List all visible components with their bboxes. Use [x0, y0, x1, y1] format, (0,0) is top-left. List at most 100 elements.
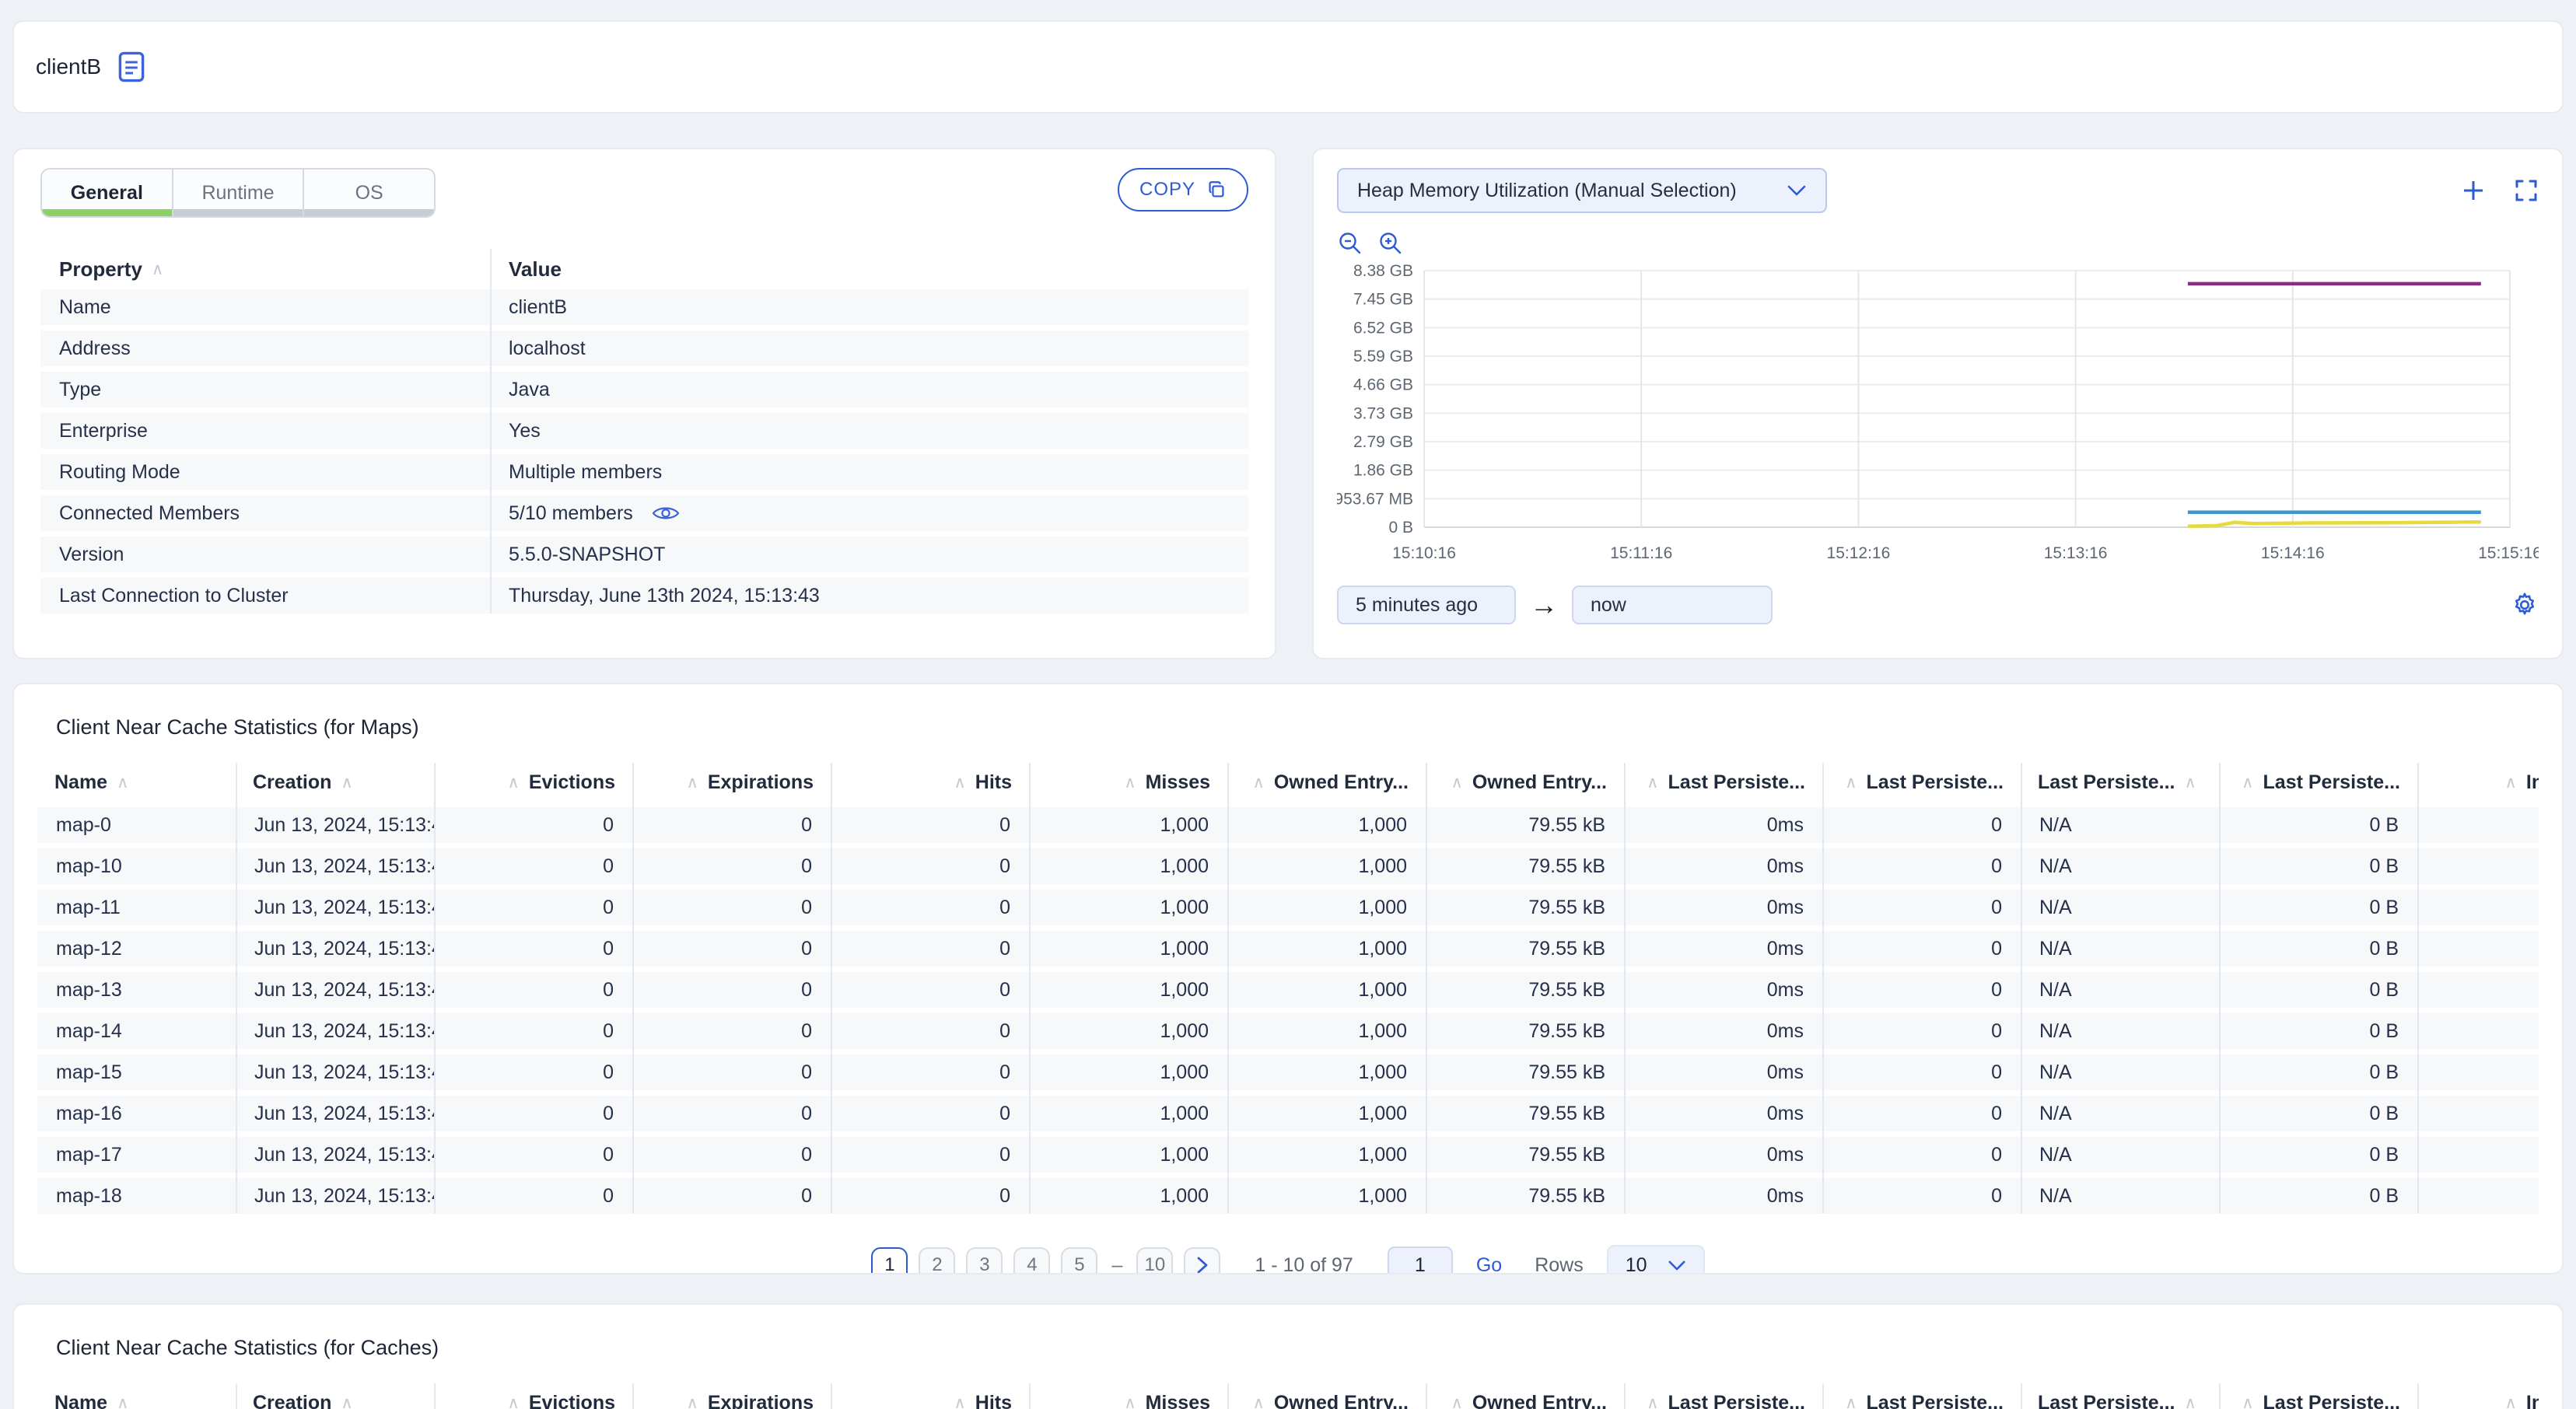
page-button-1[interactable]: 1 — [871, 1246, 908, 1273]
column-header-creation-1[interactable]: Creation ∧ — [236, 1392, 434, 1409]
zoom-in-icon[interactable] — [1377, 230, 1404, 257]
column-header-misses-5[interactable]: ∧ Misses — [1029, 1392, 1227, 1409]
column-header-misses-5[interactable]: ∧ Misses — [1029, 771, 1227, 794]
property-value: Multiple members — [490, 454, 1248, 490]
property-value: Thursday, June 13th 2024, 15:13:43 — [490, 578, 1248, 614]
table-row[interactable]: map-11 Jun 13, 2024, 15:13:44 0 0 0 1,000 1,00… — [37, 890, 2539, 925]
table-cell: N/A — [2039, 1144, 2072, 1166]
table-row[interactable]: map-13 Jun 13, 2024, 15:13:45 0 0 0 1,000 1,00… — [37, 972, 2539, 1008]
column-header-evictions-2[interactable]: ∧ Evictions — [434, 771, 632, 794]
eye-icon[interactable] — [652, 503, 680, 523]
column-header-property[interactable]: Property ∧ — [40, 257, 490, 281]
column-divider — [2021, 1383, 2022, 1409]
page-button-3[interactable]: 3 — [966, 1246, 1003, 1273]
property-value-text: Thursday, June 13th 2024, 15:13:43 — [509, 585, 820, 607]
copy-button[interactable]: COPY — [1117, 168, 1248, 212]
table-row[interactable]: map-18 Jun 13, 2024, 15:13:45 0 0 0 1,000 1,00… — [37, 1178, 2539, 1214]
property-name: Address — [59, 337, 131, 359]
table-cell: 0 — [1991, 1061, 2002, 1083]
column-header-invalida-12[interactable]: ∧ Invalida — [2417, 1392, 2539, 1409]
column-divider — [2417, 1383, 2419, 1409]
sort-caret-icon: ∧ — [1451, 773, 1463, 792]
column-header-hits-4[interactable]: ∧ Hits — [831, 771, 1029, 794]
time-from-input[interactable]: 5 minutes ago — [1337, 586, 1516, 624]
column-header-creation-1[interactable]: Creation ∧ — [236, 771, 434, 794]
column-header-last-persiste-10[interactable]: Last Persiste... ∧ — [2021, 771, 2219, 794]
column-header-owned-entry-7[interactable]: ∧ Owned Entry... — [1426, 771, 1624, 794]
table-cell: 0 — [603, 855, 614, 877]
column-divider — [236, 1383, 237, 1409]
tab-general[interactable]: General — [42, 170, 172, 216]
column-header-last-persiste-11[interactable]: ∧ Last Persiste... — [2219, 1392, 2417, 1409]
settings-gear-icon[interactable] — [2511, 591, 2539, 619]
column-header-value: Value — [509, 257, 562, 281]
page-button-4[interactable]: 4 — [1013, 1246, 1051, 1273]
svg-text:4.66 GB: 4.66 GB — [1353, 376, 1413, 394]
goto-page-input[interactable] — [1387, 1246, 1453, 1273]
sort-caret-icon: ∧ — [2242, 1393, 2254, 1409]
table-row[interactable]: map-14 Jun 13, 2024, 15:13:45 0 0 0 1,000 1,00… — [37, 1013, 2539, 1049]
sort-caret-icon: ∧ — [1124, 1393, 1136, 1409]
tab-runtime[interactable]: Runtime — [171, 170, 303, 216]
column-header-name-0[interactable]: Name ∧ — [37, 771, 236, 794]
column-header-label: Owned Entry... — [1472, 771, 1607, 793]
column-header-label: Misses — [1145, 1391, 1210, 1409]
heap-memory-chart[interactable]: 8.38 GB 7.45 GB 6.52 GB 5.59 GB 4.66 GB 3.73 … — [1334, 260, 2541, 569]
column-header-evictions-2[interactable]: ∧ Evictions — [434, 1392, 632, 1409]
tab-label: OS — [355, 181, 383, 204]
page-button-5[interactable]: 5 — [1061, 1246, 1098, 1273]
rows-per-page-select[interactable]: 10 — [1606, 1245, 1705, 1273]
svg-text:15:10:16: 15:10:16 — [1392, 544, 1456, 562]
column-header-hits-4[interactable]: ∧ Hits — [831, 1392, 1029, 1409]
table-row[interactable]: map-10 Jun 13, 2024, 15:13:44 0 0 0 1,000 1,00… — [37, 848, 2539, 884]
page-button-2[interactable]: 2 — [919, 1246, 956, 1273]
time-to-input[interactable]: now — [1572, 586, 1773, 624]
add-chart-icon[interactable] — [2461, 178, 2486, 203]
property-name: Last Connection to Cluster — [59, 585, 289, 607]
column-header-last-persiste-10[interactable]: Last Persiste... ∧ — [2021, 1392, 2219, 1409]
document-icon[interactable] — [118, 51, 145, 82]
tab-label: Runtime — [201, 181, 275, 204]
table-cell: 1,000 — [1358, 855, 1407, 877]
table-cell: 1,000 — [1160, 1144, 1209, 1166]
table-cell: 0 — [603, 1185, 614, 1207]
table-cell: 0ms — [1766, 938, 1804, 960]
column-header-owned-entry-6[interactable]: ∧ Owned Entry... — [1227, 1392, 1426, 1409]
column-header-last-persiste-11[interactable]: ∧ Last Persiste... — [2219, 771, 2417, 794]
table-cell: 0 — [1991, 814, 2002, 836]
table-row[interactable]: map-12 Jun 13, 2024, 15:13:45 0 0 0 1,000 1,00… — [37, 931, 2539, 967]
table-cell: 0 B — [2369, 979, 2399, 1001]
table-cell: 0 — [801, 979, 812, 1001]
column-header-last-persiste-9[interactable]: ∧ Last Persiste... — [1822, 771, 2021, 794]
column-header-owned-entry-6[interactable]: ∧ Owned Entry... — [1227, 771, 1426, 794]
svg-text:5.59 GB: 5.59 GB — [1353, 348, 1413, 365]
column-header-expirations-3[interactable]: ∧ Expirations — [632, 1392, 831, 1409]
column-header-last-persiste-8[interactable]: ∧ Last Persiste... — [1624, 1392, 1822, 1409]
tab-os[interactable]: OS — [303, 170, 434, 216]
column-header-last-persiste-9[interactable]: ∧ Last Persiste... — [1822, 1392, 2021, 1409]
column-header-last-persiste-8[interactable]: ∧ Last Persiste... — [1624, 771, 1822, 794]
column-divider — [490, 249, 492, 614]
table-row[interactable]: map-16 Jun 13, 2024, 15:13:45 0 0 0 1,000 1,00… — [37, 1096, 2539, 1131]
zoom-out-icon[interactable] — [1337, 230, 1363, 257]
property-name: Version — [59, 544, 124, 565]
metric-selector[interactable]: Heap Memory Utilization (Manual Selectio… — [1337, 168, 1827, 213]
maps-section-title: Client Near Cache Statistics (for Maps) — [56, 715, 419, 739]
tab-group: General Runtime OS — [40, 168, 436, 218]
table-row[interactable]: map-15 Jun 13, 2024, 15:13:45 0 0 0 1,000 1,00… — [37, 1054, 2539, 1090]
column-header-expirations-3[interactable]: ∧ Expirations — [632, 771, 831, 794]
table-row[interactable]: map-17 Jun 13, 2024, 15:13:45 0 0 0 1,000 1,00… — [37, 1137, 2539, 1173]
go-button[interactable]: Go — [1476, 1254, 1502, 1274]
next-page-button[interactable] — [1184, 1246, 1221, 1273]
table-cell: 1,000 — [1160, 1185, 1209, 1207]
column-header-invalida-12[interactable]: ∧ Invalida — [2417, 771, 2539, 794]
page-button-last[interactable]: 10 — [1136, 1246, 1174, 1273]
table-cell: 0 B — [2369, 814, 2399, 836]
fullscreen-icon[interactable] — [2514, 178, 2539, 203]
property-value: 5.5.0-SNAPSHOT — [490, 537, 1248, 572]
table-cell: 0ms — [1766, 1020, 1804, 1042]
column-header-owned-entry-7[interactable]: ∧ Owned Entry... — [1426, 1392, 1624, 1409]
column-header-name-0[interactable]: Name ∧ — [37, 1392, 236, 1409]
chevron-down-icon — [1787, 184, 1807, 197]
table-row[interactable]: map-0 Jun 13, 2024, 15:13:43 0 0 0 1,000 1,000… — [37, 807, 2539, 843]
